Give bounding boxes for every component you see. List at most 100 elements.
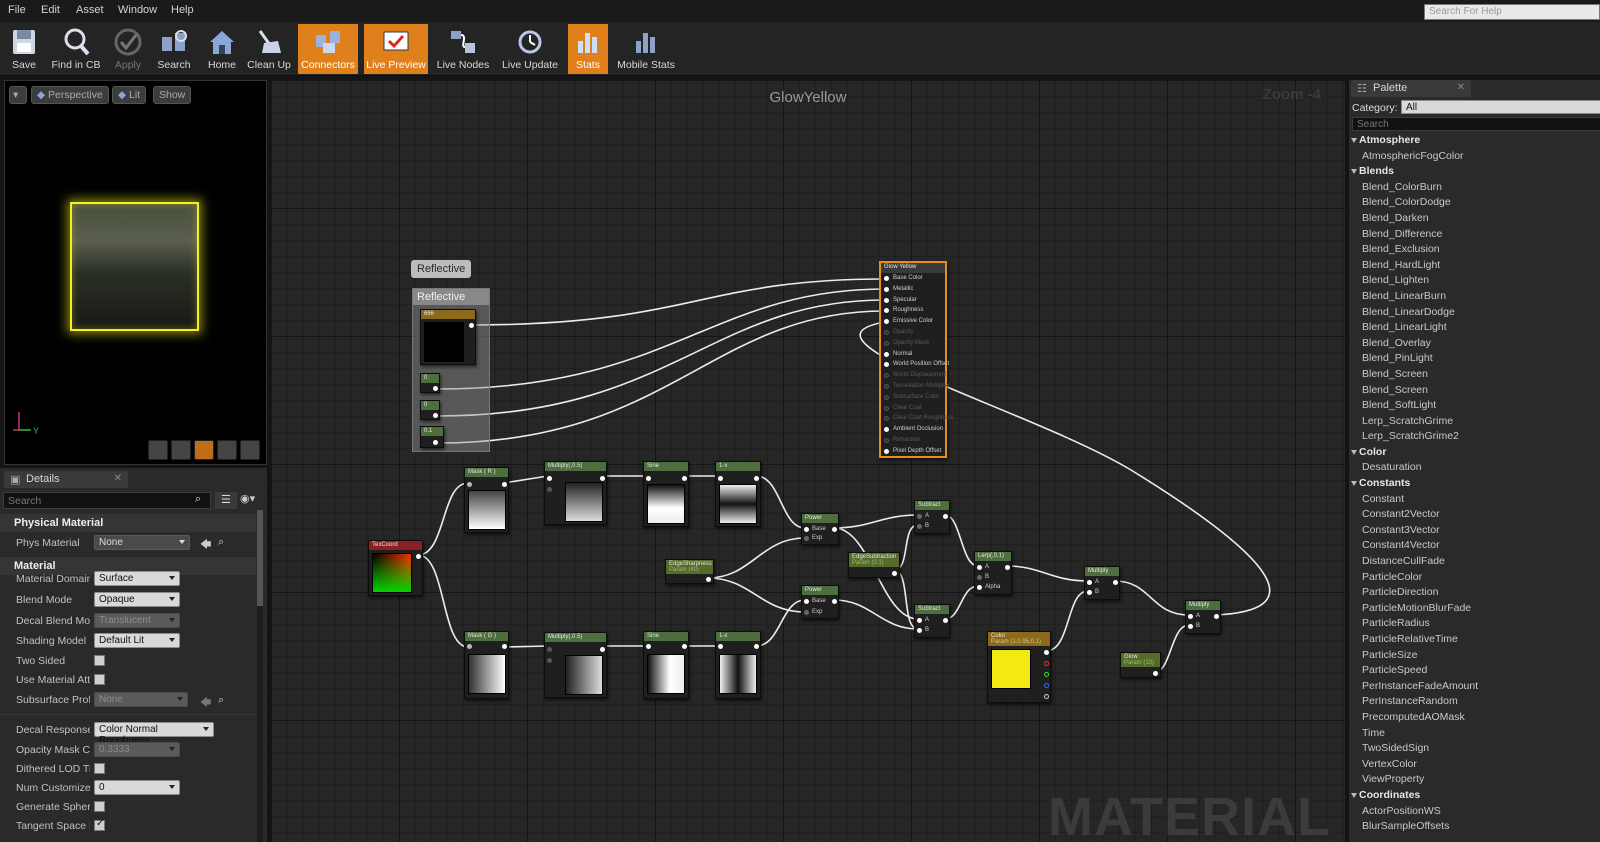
input-pin-exp[interactable] (804, 536, 809, 541)
home-button[interactable]: Home (202, 24, 242, 74)
preview-plane-button[interactable] (194, 440, 214, 460)
input-pin-clear-coat-roughness[interactable] (884, 416, 889, 422)
menu-asset[interactable]: Asset (76, 4, 104, 16)
opacity-mask-clip-value-combo[interactable]: 0.3333 (94, 742, 180, 757)
input-pin-tessellation-multiplier[interactable] (884, 384, 889, 389)
output-pin[interactable] (832, 599, 837, 604)
input-pin-world-position-offset[interactable] (884, 362, 889, 368)
node-multiply-4[interactable]: Multiply A B (1185, 600, 1221, 634)
palette-item[interactable]: Constant4Vector4 (1349, 539, 1600, 555)
clean-up-button[interactable]: Clean Up (246, 24, 292, 74)
node-param-color[interactable]: Color Param (1,0.95,0,1) (987, 631, 1051, 703)
apply-button[interactable]: Apply (108, 24, 148, 74)
palette-search-input[interactable]: Search (1352, 117, 1600, 131)
node-power-1[interactable]: Power Base Exp (801, 513, 839, 545)
output-pin[interactable] (433, 440, 438, 445)
node-sine-2[interactable]: Sine (643, 631, 689, 699)
output-pin[interactable] (433, 413, 438, 418)
input-pin-b[interactable] (1188, 624, 1193, 629)
palette-item[interactable]: VertexColor (1349, 758, 1600, 774)
input-pin-normal[interactable] (884, 351, 889, 357)
shading-model-combo[interactable]: Default Lit (94, 633, 180, 648)
input-pin-a[interactable] (977, 565, 982, 570)
input-pin-opacity-mask[interactable] (884, 340, 889, 346)
input-pin-b[interactable] (977, 575, 982, 580)
input-pin[interactable] (467, 482, 472, 487)
arrow-left-icon[interactable]: 🡄 (200, 694, 211, 713)
palette-item[interactable]: Blend_PinLight (1349, 352, 1600, 368)
input-pin-roughness[interactable] (884, 308, 889, 314)
output-pin[interactable] (892, 571, 897, 576)
material-domain-combo[interactable]: Surface (94, 571, 180, 586)
menu-help[interactable]: Help (171, 4, 194, 16)
tab-palette[interactable]: ☷ Palette ✕ (1351, 80, 1471, 97)
palette-item[interactable]: Lerp_ScratchGrime2 (1349, 430, 1600, 446)
node-lerp[interactable]: Lerp(,0,1) A B Alpha (974, 551, 1012, 595)
node-result-material[interactable]: Glow Yellow Base Color Metallic Specular Ro… (879, 261, 954, 458)
palette-item[interactable]: Blend_SoftLight (1349, 399, 1600, 415)
node-subtract-1[interactable]: Subtract A B (914, 500, 950, 534)
input-pin[interactable] (718, 476, 723, 481)
category-combo[interactable]: All (1401, 100, 1600, 114)
node-constant-metallic[interactable]: 0 (420, 373, 440, 393)
show-button[interactable]: Show (153, 86, 192, 104)
palette-item[interactable]: Desaturation (1349, 461, 1600, 477)
input-pin-a[interactable] (917, 618, 922, 623)
two-sided-checkbox[interactable] (94, 655, 105, 666)
input-pin[interactable] (467, 644, 472, 649)
output-pin[interactable] (1153, 671, 1158, 676)
output-pin[interactable] (600, 647, 605, 652)
node-param-glow[interactable]: Glow Param (10) (1120, 652, 1161, 678)
input-pin-a[interactable] (547, 647, 552, 652)
live-update-button[interactable]: Live Update (498, 24, 562, 74)
preview-cylinder-button[interactable] (148, 440, 168, 460)
output-pin-b[interactable] (1044, 683, 1049, 688)
browse-icon[interactable]: ⌕ (218, 694, 224, 707)
input-pin-base[interactable] (804, 527, 809, 532)
input-pin-subsurface-color[interactable] (884, 394, 889, 400)
output-pin[interactable] (682, 476, 687, 481)
palette-item[interactable]: ActorPositionWS (1349, 805, 1600, 821)
palette-item[interactable]: Constant3Vector3 (1349, 524, 1600, 540)
view-options-button[interactable]: ☰ (215, 492, 237, 509)
menu-window[interactable]: Window (118, 4, 157, 16)
phys-material-combo[interactable]: None (94, 535, 190, 550)
node-texcoord[interactable]: TexCoord (368, 540, 423, 596)
node-mask-g[interactable]: Mask ( G ) (464, 631, 509, 699)
details-scrollbar[interactable] (257, 510, 263, 842)
material-graph[interactable]: GlowYellow Zoom -4 Reflective Reflective… (271, 80, 1345, 842)
palette-item[interactable]: Constant1 (1349, 493, 1600, 509)
live-nodes-button[interactable]: Live Nodes (434, 24, 492, 74)
input-pin-refraction[interactable] (884, 438, 889, 443)
close-icon[interactable]: ✕ (114, 473, 122, 484)
palette-item[interactable]: Lerp_ScratchGrime (1349, 415, 1600, 431)
palette-category-color[interactable]: Color (1349, 446, 1600, 462)
palette-item[interactable]: BlurSampleOffsets (1349, 820, 1600, 836)
palette-item[interactable]: PerInstanceRandom (1349, 695, 1600, 711)
decal-response-dbuffer-combo[interactable]: Color Normal Roughness (94, 722, 214, 746)
node-one-minus-2[interactable]: 1-x (715, 631, 761, 699)
output-pin[interactable] (1214, 614, 1219, 619)
node-constant-roughness[interactable]: 0.1 (420, 426, 444, 448)
decal-blend-mode-combo[interactable]: Translucent (94, 613, 180, 628)
preview-sphere-button[interactable] (171, 440, 191, 460)
output-pin[interactable] (416, 554, 421, 559)
use-material-attributes-checkbox[interactable] (94, 674, 105, 685)
viewport-options-button[interactable]: ▾ (9, 86, 27, 104)
palette-item[interactable]: Blend_LinearBurn (1349, 290, 1600, 306)
input-pin-specular[interactable] (884, 297, 889, 303)
input-pin-b[interactable] (1087, 590, 1092, 595)
comment-bubble[interactable]: Reflective (411, 260, 472, 278)
input-pin-b[interactable] (917, 628, 922, 633)
lit-button[interactable]: ◆ Lit (112, 86, 147, 104)
output-pin[interactable] (754, 644, 759, 649)
palette-item[interactable]: Blend_Screen (1349, 368, 1600, 384)
details-search-input[interactable]: Search (3, 492, 211, 509)
palette-item[interactable]: ParticleRelativeTime (1349, 633, 1600, 649)
blend-mode-combo[interactable]: Opaque (94, 592, 180, 607)
input-pin-opacity[interactable] (884, 330, 889, 335)
palette-item[interactable]: ParticleSpeed (1349, 664, 1600, 680)
palette-item[interactable]: ParticleRadius (1349, 617, 1600, 633)
output-pin[interactable] (600, 476, 605, 481)
palette-item[interactable]: ParticleMotionBlurFade (1349, 602, 1600, 618)
